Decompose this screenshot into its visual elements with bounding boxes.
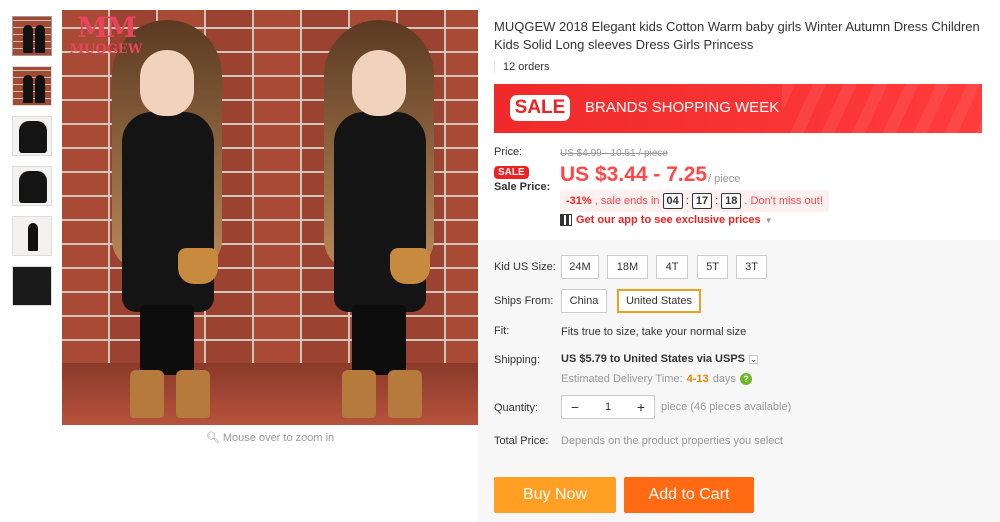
logo-text: MUQGEW (69, 42, 143, 57)
app-promo-link[interactable]: Get our app to see exclusive prices ▼ (560, 214, 773, 226)
zoom-hint: 🔍︎ Mouse over to zoom in (62, 431, 478, 444)
sale-banner[interactable]: SALE BRANDS SHOPPING WEEK (494, 84, 982, 133)
zoom-hint-text: Mouse over to zoom in (222, 432, 335, 444)
thumbnail-3[interactable] (12, 116, 52, 156)
brand-logo: MM MUQGEW (66, 11, 146, 58)
sale-banner-text: BRANDS SHOPPING WEEK (585, 99, 780, 116)
countdown-minutes: 17 (691, 193, 713, 209)
fit-label: Fit: (494, 325, 510, 337)
zoom-icon: 🔍︎ (205, 432, 220, 444)
delivery-prefix: Estimated Delivery Time: (561, 373, 683, 385)
caret-down-icon: ▼ (764, 215, 773, 225)
add-to-cart-button[interactable]: Add to Cart (624, 477, 754, 513)
model-figure-right (304, 20, 454, 425)
total-price-value: Depends on the product properties you se… (561, 435, 783, 447)
price-label: Price: (494, 146, 523, 158)
countdown-suffix: . Don't miss out! (744, 195, 823, 207)
sale-countdown: -31% , sale ends in 04: 17: 18 . Don't m… (560, 190, 829, 212)
fit-value: Fits true to size, take your normal size (561, 326, 747, 338)
buy-now-button[interactable]: Buy Now (494, 477, 616, 513)
size-option-4t[interactable]: 4T (656, 255, 688, 279)
sale-price: US $3.44 - 7.25 (560, 163, 708, 186)
quantity-input[interactable] (588, 396, 628, 418)
ships-option-united-states[interactable]: United States (617, 289, 701, 313)
countdown-text: , sale ends in (594, 195, 660, 207)
thumbnail-4[interactable] (12, 166, 52, 206)
size-option-5t[interactable]: 5T (697, 255, 728, 279)
logo-mark: MM (77, 11, 137, 44)
sale-price-label: Sale Price: (494, 181, 551, 193)
qr-code-icon (560, 214, 572, 226)
size-option-24m[interactable]: 24M (561, 255, 599, 279)
countdown-hours: 04 (662, 193, 683, 209)
increase-quantity-button[interactable]: + (628, 396, 654, 418)
order-count: 12 orders (494, 61, 549, 73)
product-title: MUQGEW 2018 Elegant kids Cotton Warm bab… (494, 19, 980, 52)
chevron-down-icon[interactable]: ⌄ (749, 354, 759, 364)
delivery-estimate: Estimated Delivery Time: 4-13 days ? (561, 373, 752, 385)
total-price-label: Total Price: (494, 435, 549, 447)
ships-from-label: Ships From: (494, 295, 554, 307)
price-unit: / piece (708, 173, 741, 185)
product-options: Kid US Size: 24M 18M 4T 5T 3T Ships From… (478, 240, 1000, 522)
size-label: Kid US Size: (494, 261, 556, 273)
quantity-note: piece (46 pieces available) (661, 401, 792, 413)
decrease-quantity-button[interactable]: − (562, 396, 588, 418)
delivery-days: 4-13 (686, 373, 709, 385)
shipping-label: Shipping: (494, 354, 540, 366)
quantity-stepper: − + (561, 395, 655, 419)
shipping-method[interactable]: US $5.79 to United States via USPS ⌄ (561, 353, 759, 365)
shipping-value: US $5.79 to United States via USPS (561, 353, 746, 365)
model-figure-left (92, 20, 242, 425)
thumbnail-6[interactable] (12, 266, 52, 306)
sale-tag: SALE (510, 95, 570, 121)
banner-decoration (782, 84, 982, 133)
ships-option-china[interactable]: China (561, 289, 607, 313)
app-promo-text: Get our app to see exclusive prices (576, 214, 761, 226)
quantity-label: Quantity: (494, 402, 539, 414)
thumbnail-2[interactable] (12, 66, 52, 106)
size-option-3t[interactable]: 3T (736, 255, 767, 279)
help-icon[interactable]: ? (739, 373, 752, 385)
thumbnail-5[interactable] (12, 216, 52, 256)
thumbnail-list (12, 16, 54, 316)
thumbnail-1[interactable] (12, 16, 52, 56)
main-product-image[interactable]: MM MUQGEW (62, 10, 478, 425)
delivery-suffix: days (712, 373, 736, 385)
countdown-seconds: 18 (721, 193, 742, 209)
original-price: US $4.99 - 10.51 / piece (560, 148, 668, 159)
sale-pill: SALE (494, 166, 529, 179)
discount-percent: -31% (566, 195, 592, 207)
product-info-panel: MUQGEW 2018 Elegant kids Cotton Warm bab… (478, 0, 1000, 522)
size-option-18m[interactable]: 18M (607, 255, 648, 279)
